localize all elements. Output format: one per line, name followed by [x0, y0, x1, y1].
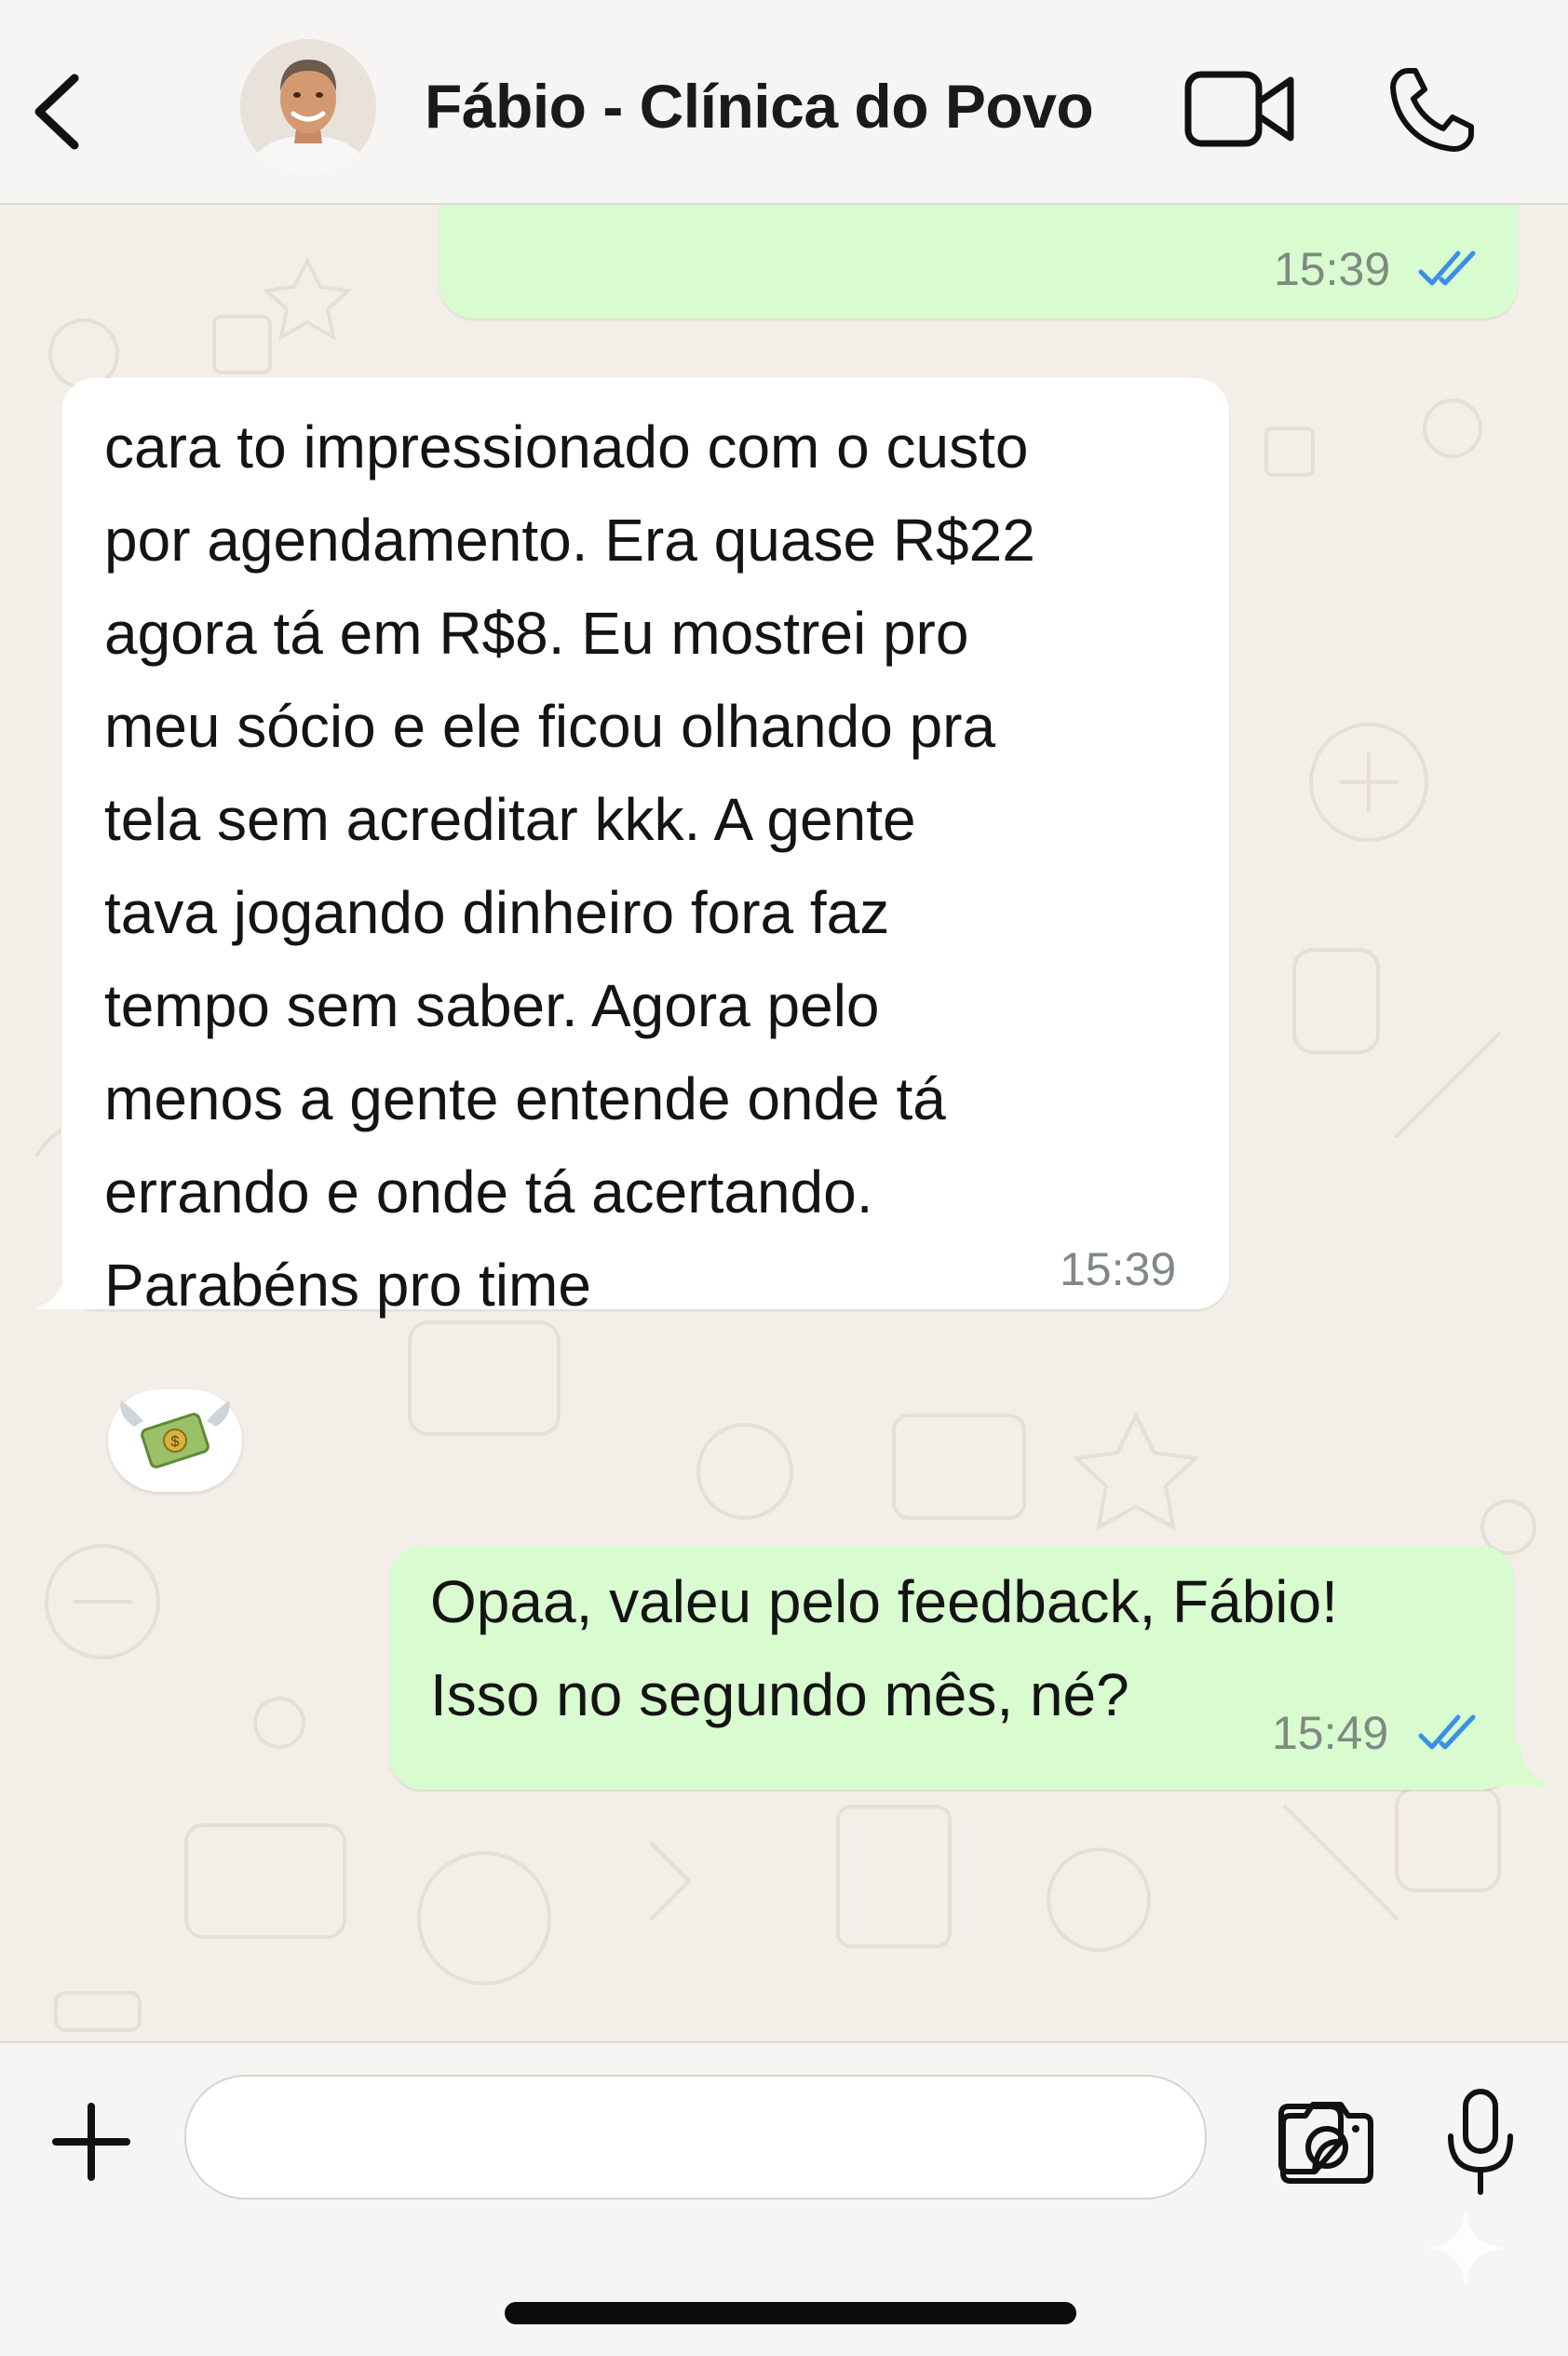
money-with-wings-icon: $ [120, 1401, 230, 1469]
message-bubble-incoming[interactable]: cara to impressionado com o custo por ag… [61, 378, 1229, 1319]
contact-name[interactable]: Fábio - Clínica do Povo [425, 71, 1094, 142]
microphone-button[interactable] [1443, 2086, 1518, 2198]
chat-area[interactable]: 15:39 cara to impressionado com o custo … [0, 205, 1568, 2041]
voice-call-button[interactable] [1386, 63, 1477, 156]
sparkle-icon [1426, 2209, 1505, 2287]
message-input[interactable] [223, 2095, 1065, 2177]
message-text: Opaa, valeu pelo feedback, Fábio! Isso n… [430, 1568, 1338, 1728]
video-call-button[interactable] [1183, 67, 1298, 151]
phone-icon [1390, 68, 1474, 152]
chevron-left-icon [34, 74, 79, 150]
message-input-box[interactable] [184, 2075, 1344, 2200]
bubble-tail [1495, 1743, 1551, 1786]
message-text: cara to impressionado com o custo por ag… [104, 413, 1035, 1319]
contact-photo [240, 39, 376, 175]
avatar[interactable] [240, 39, 376, 175]
home-indicator[interactable] [505, 2302, 1076, 2324]
message-time: 15:39 [1060, 1243, 1177, 1295]
bubble-tail [35, 1266, 91, 1309]
video-camera-icon [1184, 71, 1294, 147]
message-time: 15:39 [1274, 243, 1391, 295]
camera-button[interactable] [1276, 2095, 1378, 2188]
back-button[interactable] [26, 65, 91, 158]
plus-icon [52, 2103, 130, 2181]
message-bubble-outgoing[interactable]: 15:39 [439, 205, 1518, 318]
read-receipt-icon [1418, 1714, 1476, 1750]
svg-text:$: $ [171, 1434, 180, 1450]
attach-button[interactable] [45, 2095, 138, 2188]
microphone-icon [1448, 2089, 1513, 2195]
camera-icon [1280, 2102, 1373, 2184]
read-receipt-icon [1418, 250, 1476, 286]
message-reaction[interactable]: $ [108, 1389, 242, 1492]
message-time: 15:49 [1272, 1707, 1389, 1759]
chat-header: Fábio - Clínica do Povo [0, 0, 1568, 205]
message-bubble-outgoing[interactable]: Opaa, valeu pelo feedback, Fábio! Isso n… [389, 1546, 1514, 1790]
